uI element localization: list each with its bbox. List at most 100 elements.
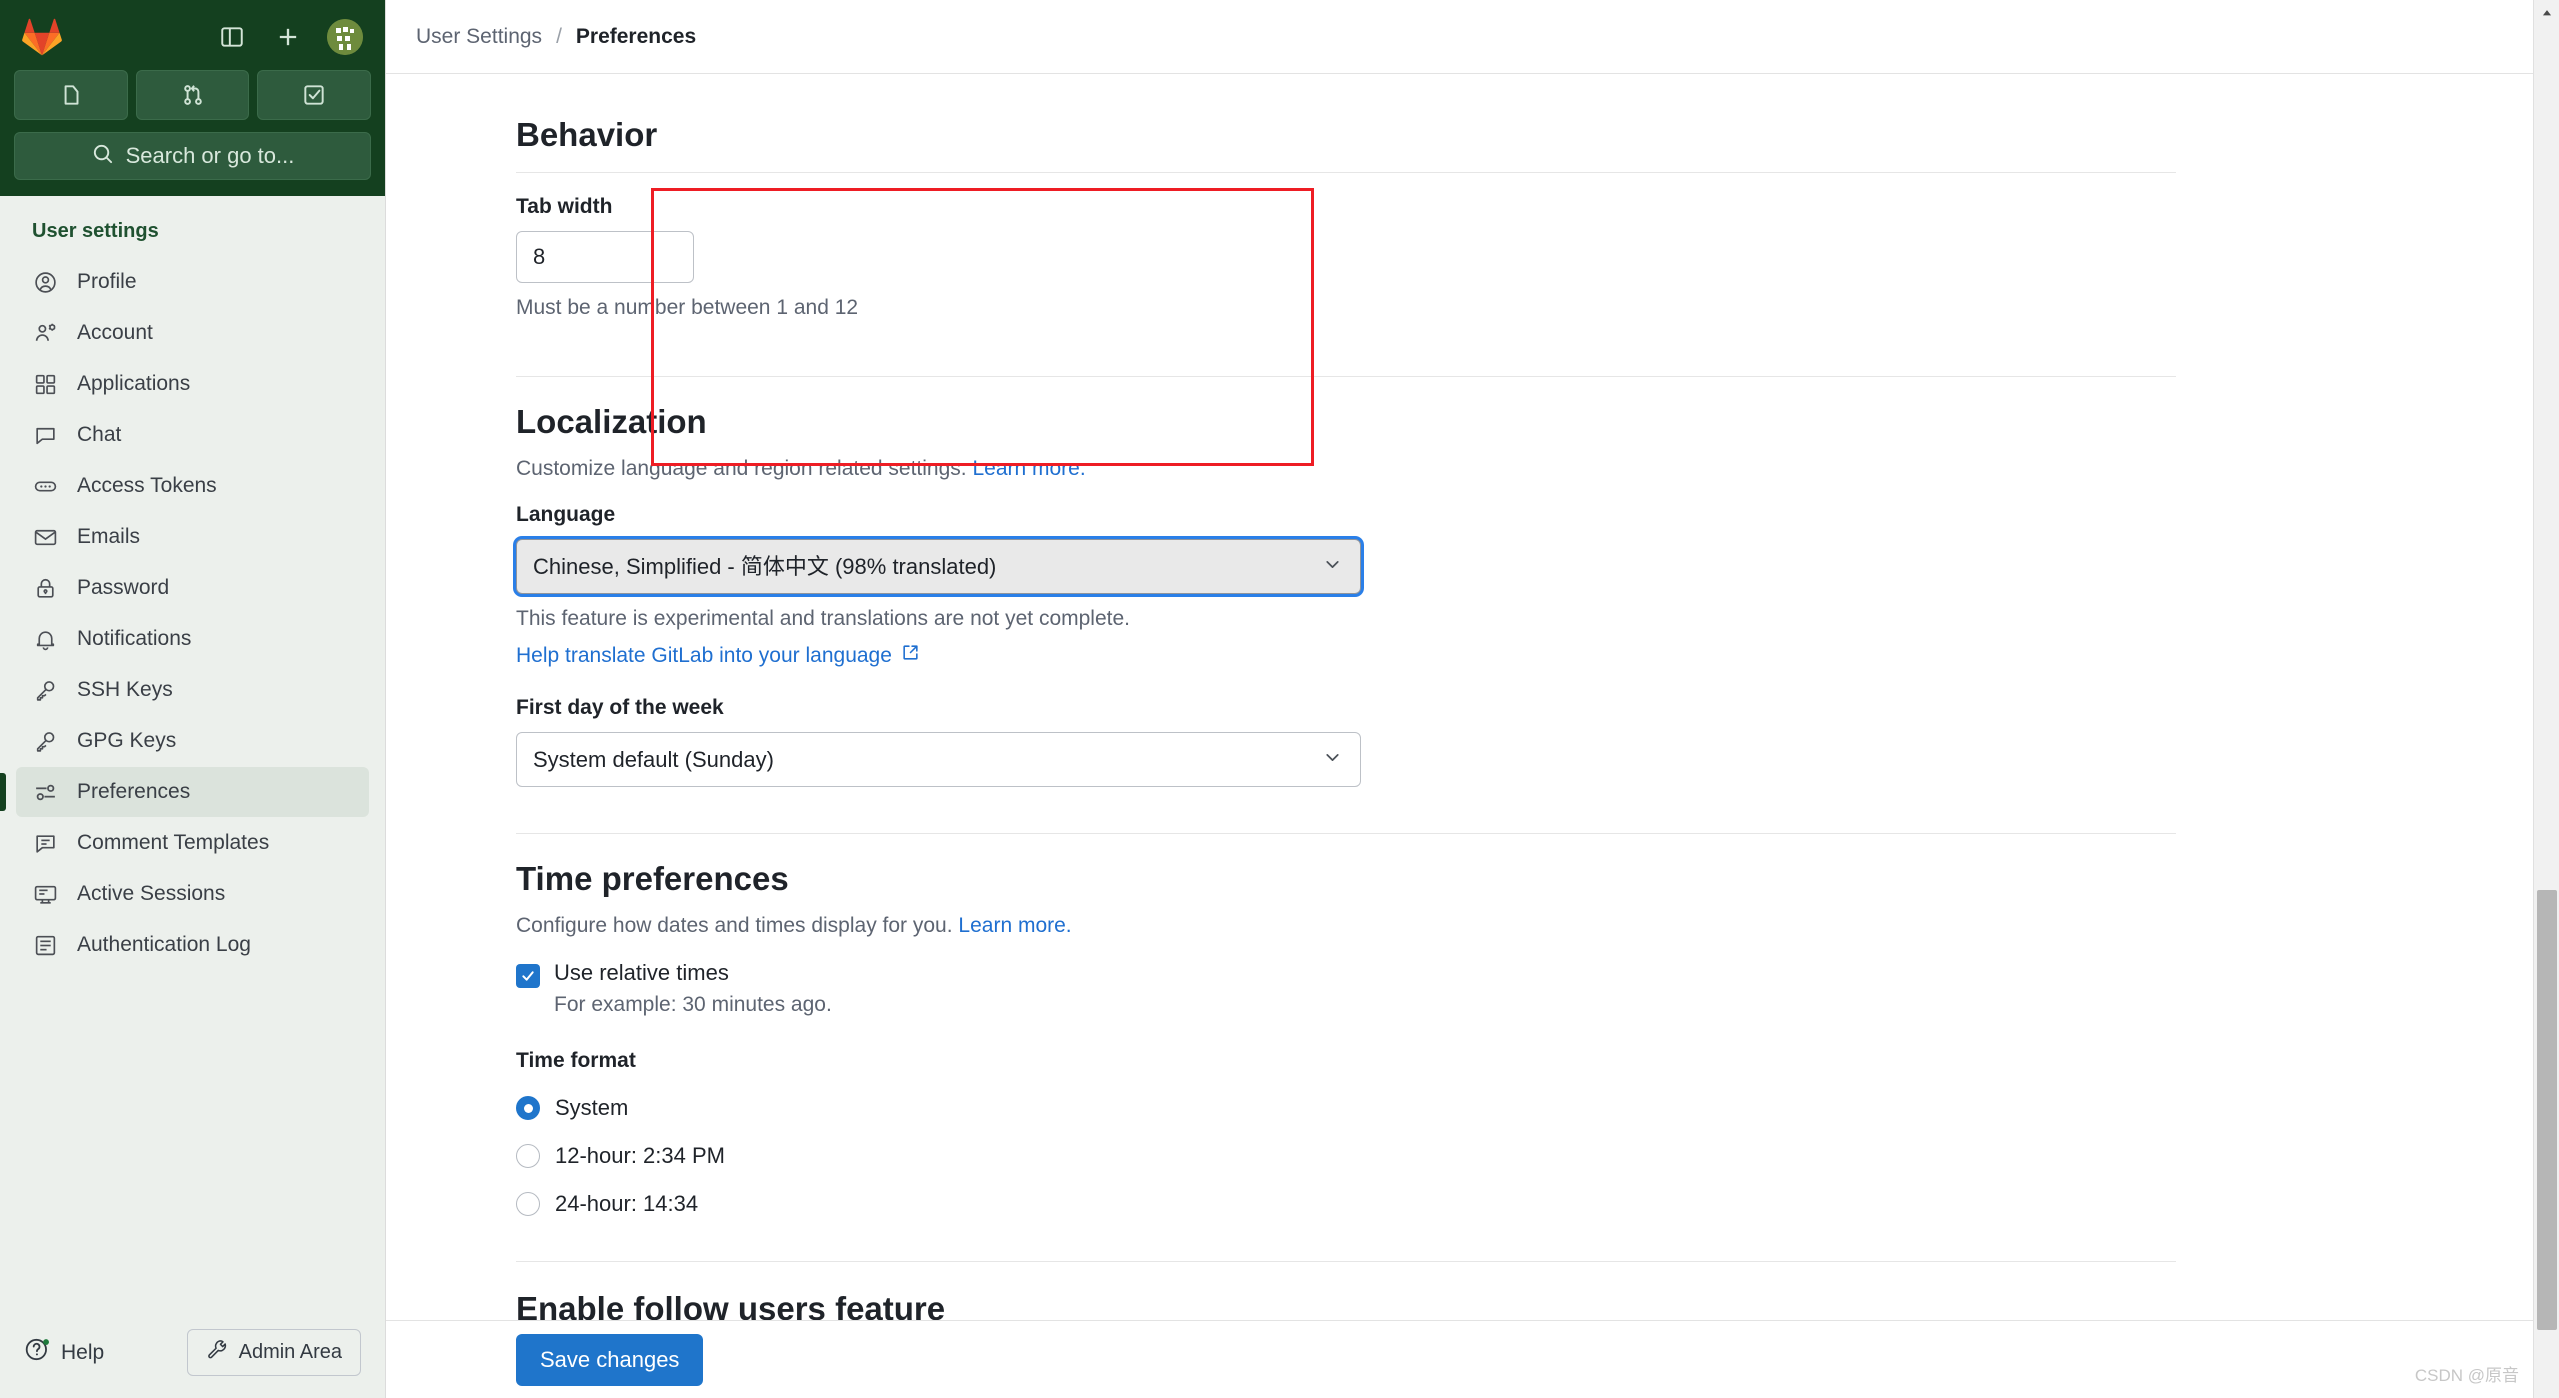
- plus-icon[interactable]: [271, 20, 305, 54]
- divider: [516, 172, 2176, 173]
- sidebar-item-todos[interactable]: [257, 70, 372, 120]
- sidebar-item-notifications[interactable]: Notifications: [16, 614, 369, 664]
- watermark: CSDN @原音: [2414, 1366, 2519, 1385]
- token-icon: [32, 473, 59, 500]
- sidebar-item-label: SSH Keys: [77, 678, 173, 701]
- sidebar-item-merge-requests[interactable]: [135, 70, 250, 120]
- chat-bubble-icon: [32, 422, 59, 449]
- behavior-section-title: Behavior: [516, 116, 658, 153]
- breadcrumb-current[interactable]: Preferences: [576, 25, 696, 49]
- sidebar-item-label: Chat: [77, 423, 122, 446]
- tab-width-input[interactable]: [516, 231, 694, 283]
- radio-24-hour[interactable]: [516, 1192, 540, 1216]
- sidebar-item-label: Preferences: [77, 780, 191, 803]
- sidebar-item-emails[interactable]: Emails: [16, 512, 369, 562]
- sidebar-quick-tabs: [14, 70, 372, 120]
- sidebar-item-applications[interactable]: Applications: [16, 359, 369, 409]
- use-relative-times-label: Use relative times: [554, 960, 729, 985]
- sidebar-item-label: Profile: [77, 270, 137, 293]
- sidebar-toggle-icon[interactable]: [215, 20, 249, 54]
- search-icon: [91, 142, 114, 171]
- first-day-select-wrapper: System default (Sunday): [516, 732, 1361, 787]
- time-preferences-learn-more-link[interactable]: Learn more.: [958, 914, 1071, 937]
- use-relative-times-row[interactable]: Use relative times For example: 30 minut…: [516, 960, 2176, 1017]
- radio-system-label: System: [555, 1095, 629, 1120]
- wrench-icon: [206, 1338, 229, 1367]
- sidebar-section-heading: User settings: [32, 220, 159, 242]
- external-link-icon: [901, 643, 920, 668]
- admin-area-label: Admin Area: [238, 1341, 342, 1363]
- save-changes-button[interactable]: Save changes: [516, 1333, 704, 1386]
- time-preferences-description-text: Configure how dates and times display fo…: [516, 914, 953, 937]
- tab-width-help-text: Must be a number between 1 and 12: [516, 296, 859, 319]
- sidebar-item-access-tokens[interactable]: Access Tokens: [16, 461, 369, 511]
- sidebar-header-row: [14, 14, 371, 60]
- radio-12-hour-label: 12-hour: 2:34 PM: [555, 1143, 725, 1168]
- sidebar-item-gpg-keys[interactable]: GPG Keys: [16, 716, 369, 766]
- use-relative-times-checkbox[interactable]: [516, 964, 540, 988]
- localization-description-text: Customize language and region related se…: [516, 457, 967, 480]
- language-select[interactable]: Chinese, Simplified - 简体中文 (98% translat…: [516, 539, 1361, 594]
- scroll-up-arrow-icon[interactable]: [2534, 0, 2559, 26]
- bell-icon: [32, 626, 59, 653]
- search-input[interactable]: Search or go to...: [14, 132, 371, 180]
- time-preferences-description: Configure how dates and times display fo…: [516, 914, 2176, 938]
- radio-system[interactable]: [516, 1096, 540, 1120]
- use-relative-times-text: Use relative times For example: 30 minut…: [554, 960, 832, 1017]
- sidebar-item-label: GPG Keys: [77, 729, 177, 752]
- sidebar-item-active-sessions[interactable]: Active Sessions: [16, 869, 369, 919]
- monitor-icon: [32, 881, 59, 908]
- breadcrumb-parent[interactable]: User Settings: [416, 25, 542, 49]
- sidebar-item-issues[interactable]: [14, 70, 128, 120]
- use-relative-times-example: For example: 30 minutes ago.: [554, 993, 832, 1016]
- sidebar-item-label: Password: [77, 576, 170, 599]
- applications-grid-icon: [32, 371, 59, 398]
- localization-learn-more-link[interactable]: Learn more.: [972, 457, 1085, 480]
- sidebar-item-profile[interactable]: Profile: [16, 257, 369, 307]
- key-icon: [32, 728, 59, 755]
- scrollbar-thumb[interactable]: [2537, 890, 2557, 1330]
- localization-section-title: Localization: [516, 403, 707, 440]
- envelope-icon: [32, 524, 59, 551]
- language-select-wrapper: Chinese, Simplified - 简体中文 (98% translat…: [516, 539, 1361, 594]
- sidebar-header-actions: [215, 19, 363, 55]
- comment-lines-icon: [32, 830, 59, 857]
- sidebar-item-label: Account: [77, 321, 153, 344]
- time-format-option-12-hour[interactable]: 12-hour: 2:34 PM: [516, 1143, 2176, 1169]
- localization-section: Localization Customize language and regi…: [516, 320, 2176, 787]
- localization-description: Customize language and region related se…: [516, 457, 2176, 481]
- time-format-option-system[interactable]: System: [516, 1095, 2176, 1121]
- user-avatar[interactable]: [327, 19, 363, 55]
- sidebar-item-ssh-keys[interactable]: SSH Keys: [16, 665, 369, 715]
- breadcrumb: User Settings / Preferences: [386, 0, 2559, 74]
- help-button[interactable]: Help: [24, 1336, 104, 1369]
- vertical-scrollbar[interactable]: [2533, 0, 2559, 1398]
- first-day-of-week-select[interactable]: System default (Sunday): [516, 732, 1361, 787]
- gitlab-logo-icon[interactable]: [22, 18, 62, 56]
- radio-12-hour[interactable]: [516, 1144, 540, 1168]
- time-format-option-24-hour[interactable]: 24-hour: 14:34: [516, 1191, 2176, 1217]
- user-circle-icon: [32, 269, 59, 296]
- sidebar-item-chat[interactable]: Chat: [16, 410, 369, 460]
- lock-icon: [32, 575, 59, 602]
- admin-area-button[interactable]: Admin Area: [186, 1329, 361, 1376]
- log-list-icon: [32, 932, 59, 959]
- first-day-of-week-label: First day of the week: [516, 696, 724, 719]
- sidebar-item-comment-templates[interactable]: Comment Templates: [16, 818, 369, 868]
- sidebar-top-section: Search or go to...: [0, 0, 385, 196]
- account-gear-icon: [32, 320, 59, 347]
- language-label: Language: [516, 503, 616, 526]
- divider: [516, 1261, 2176, 1262]
- save-bar: Save changes: [386, 1320, 2559, 1398]
- sidebar-item-label: Active Sessions: [77, 882, 226, 905]
- sidebar-item-preferences[interactable]: Preferences: [0, 767, 369, 817]
- time-preferences-section: Time preferences Configure how dates and…: [516, 833, 2176, 1328]
- help-translate-link[interactable]: Help translate GitLab into your language: [516, 643, 920, 668]
- sidebar-item-label: Notifications: [77, 627, 192, 650]
- sidebar-item-password[interactable]: Password: [16, 563, 369, 613]
- sidebar-item-label: Applications: [77, 372, 191, 395]
- sidebar-item-label: Comment Templates: [77, 831, 270, 854]
- sidebar-item-authentication-log[interactable]: Authentication Log: [16, 920, 369, 970]
- sidebar-item-account[interactable]: Account: [16, 308, 369, 358]
- radio-24-hour-label: 24-hour: 14:34: [555, 1191, 699, 1216]
